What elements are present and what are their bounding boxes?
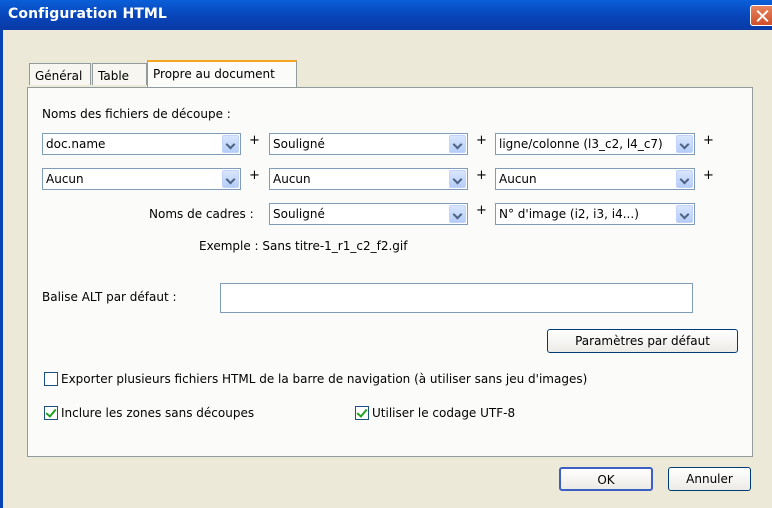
alt-text-input[interactable]: [220, 283, 693, 313]
select-value: N° d'image (i2, i3, i4...): [499, 207, 639, 221]
select-value: Aucun: [499, 172, 537, 186]
slice-name-select-6[interactable]: Aucun: [495, 168, 695, 190]
chevron-down-icon[interactable]: [449, 170, 466, 188]
frames-label: Noms de cadres :: [149, 207, 254, 221]
close-icon[interactable]: [750, 5, 772, 26]
tab-general-label: Général: [35, 69, 83, 83]
alt-label: Balise ALT par défaut :: [42, 290, 177, 304]
select-value: Souligné: [273, 207, 325, 221]
tab-document[interactable]: Propre au document: [147, 60, 297, 87]
chevron-down-icon[interactable]: [222, 170, 239, 188]
include-zones-checkbox[interactable]: [44, 406, 58, 420]
plus-sign: +: [476, 168, 487, 183]
plus-sign: +: [703, 133, 714, 148]
window-title: Configuration HTML: [8, 6, 167, 22]
tab-general[interactable]: Général: [29, 63, 91, 85]
plus-sign: +: [249, 133, 260, 148]
tab-table-label: Table: [98, 69, 130, 83]
example-text: Exemple : Sans titre-1_r1_c2_f2.gif: [199, 239, 408, 253]
slice-name-select-3[interactable]: ligne/colonne (l3_c2, l4_c7): [495, 133, 695, 155]
slices-heading: Noms des fichiers de découpe :: [42, 107, 231, 121]
select-value: Souligné: [273, 137, 325, 151]
plus-sign: +: [703, 168, 714, 183]
frame-name-select-1[interactable]: Souligné: [269, 203, 468, 225]
chevron-down-icon[interactable]: [676, 205, 693, 223]
cancel-button[interactable]: Annuler: [668, 467, 751, 491]
slice-name-select-4[interactable]: Aucun: [42, 168, 241, 190]
include-zones-label: Inclure les zones sans découpes: [61, 406, 255, 420]
chevron-down-icon[interactable]: [676, 170, 693, 188]
ok-button[interactable]: OK: [559, 467, 653, 491]
chevron-down-icon[interactable]: [222, 135, 239, 153]
frame-name-select-2[interactable]: N° d'image (i2, i3, i4...): [495, 203, 695, 225]
utf8-label: Utiliser le codage UTF-8: [372, 406, 516, 420]
select-value: ligne/colonne (l3_c2, l4_c7): [499, 137, 663, 151]
plus-sign: +: [249, 168, 260, 183]
default-settings-button[interactable]: Paramètres par défaut: [547, 329, 738, 353]
utf8-checkbox[interactable]: [355, 406, 369, 420]
chevron-down-icon[interactable]: [449, 205, 466, 223]
window-border: [0, 30, 3, 508]
select-value: doc.name: [46, 137, 106, 151]
slice-name-select-5[interactable]: Aucun: [269, 168, 468, 190]
title-bar: Configuration HTML: [0, 0, 772, 30]
plus-sign: +: [476, 133, 487, 148]
tab-table[interactable]: Table: [92, 63, 147, 85]
chevron-down-icon[interactable]: [676, 135, 693, 153]
plus-sign: +: [476, 203, 487, 218]
export-nav-checkbox[interactable]: [44, 372, 58, 386]
select-value: Aucun: [273, 172, 311, 186]
tab-document-label: Propre au document: [153, 67, 275, 81]
export-nav-label: Exporter plusieurs fichiers HTML de la b…: [61, 372, 588, 386]
slice-name-select-2[interactable]: Souligné: [269, 133, 468, 155]
slice-name-select-1[interactable]: doc.name: [42, 133, 241, 155]
chevron-down-icon[interactable]: [449, 135, 466, 153]
select-value: Aucun: [46, 172, 84, 186]
